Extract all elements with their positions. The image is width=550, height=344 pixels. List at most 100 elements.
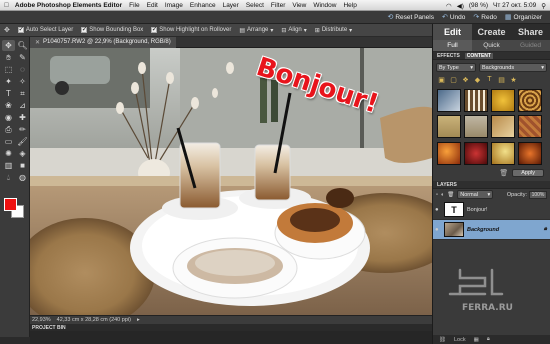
visibility-eye-icon[interactable]: ● xyxy=(435,227,441,233)
content-thumbnail[interactable] xyxy=(437,89,461,112)
shape-icon[interactable]: ◆ xyxy=(473,75,482,84)
content-thumbnail[interactable] xyxy=(518,115,542,139)
frame-icon[interactable]: ▢ xyxy=(449,75,458,84)
battery-status[interactable]: (98 %) xyxy=(469,2,488,9)
apply-button[interactable]: Apply xyxy=(512,168,544,177)
layer-row-bonjour[interactable]: ● T Bonjour! xyxy=(433,200,550,220)
clock[interactable]: Чт 27 окт. 5:09 xyxy=(493,2,536,9)
organizer-button[interactable]: ▦ Organizer xyxy=(505,13,542,22)
tab-effects[interactable]: EFFECTS xyxy=(435,53,462,59)
type-tool-icon[interactable]: T xyxy=(2,88,15,99)
checkbox-icon[interactable] xyxy=(81,25,88,33)
shape-tool-icon[interactable]: ■ xyxy=(16,160,29,171)
status-arrow-icon[interactable]: ▸ xyxy=(137,317,140,323)
menu-window[interactable]: Window xyxy=(313,2,336,9)
tab-share[interactable]: Share xyxy=(511,24,550,40)
lasso-tool-icon[interactable]: ◌ xyxy=(16,64,29,75)
opacity-input[interactable]: 100% xyxy=(529,190,547,199)
project-bin-header[interactable]: PROJECT BIN xyxy=(30,324,432,331)
image-canvas[interactable]: Bonjour! xyxy=(30,48,432,315)
apple-menu-icon[interactable]:  xyxy=(4,2,9,9)
checkbox-icon[interactable] xyxy=(17,25,24,33)
content-thumbnail[interactable] xyxy=(491,89,515,112)
menu-layer[interactable]: Layer xyxy=(223,2,239,9)
tab-edit[interactable]: Edit xyxy=(433,24,472,40)
menu-filter[interactable]: Filter xyxy=(271,2,285,9)
pencil-tool-icon[interactable]: ✏ xyxy=(16,124,29,135)
menu-view[interactable]: View xyxy=(292,2,306,9)
lock-transparency-icon[interactable]: ▦ xyxy=(474,337,479,343)
layer-row-background[interactable]: ● Background 🔒︎ xyxy=(433,220,550,240)
sponge-tool-icon[interactable]: ◍ xyxy=(16,172,29,183)
eyedropper-tool-icon[interactable]: ✎ xyxy=(16,52,29,63)
tab-guided[interactable]: Guided xyxy=(511,40,550,51)
theme-icon[interactable]: ▤ xyxy=(497,75,506,84)
content-thumbnail[interactable] xyxy=(464,115,488,139)
cookie-cutter-tool-icon[interactable]: ❀ xyxy=(2,100,15,111)
arrange-dropdown[interactable]: ▤ Arrange ▾ xyxy=(239,27,273,34)
new-layer-icon[interactable]: ▫ xyxy=(436,192,438,198)
graphic-icon[interactable]: ❖ xyxy=(461,75,470,84)
straighten-tool-icon[interactable]: ⊿ xyxy=(16,100,29,111)
blend-mode-dropdown[interactable]: Normal ▾ xyxy=(457,190,494,199)
visibility-eye-icon[interactable]: ● xyxy=(435,207,441,213)
content-thumbnail[interactable] xyxy=(464,141,488,165)
gradient-tool-icon[interactable]: ▥ xyxy=(2,160,15,171)
content-thumbnail[interactable] xyxy=(491,141,515,165)
eraser-tool-icon[interactable]: ▭ xyxy=(2,136,15,147)
document-tab[interactable]: ✕ P1040757.RW2 @ 22,9% (Background, RGB/… xyxy=(30,36,176,48)
redo-button[interactable]: ↷ Redo xyxy=(473,13,496,22)
show-bounding-box-checkbox[interactable]: Show Bounding Box xyxy=(81,25,143,33)
content-thumbnail[interactable] xyxy=(518,89,542,112)
menu-enhance[interactable]: Enhance xyxy=(190,2,216,9)
move-tool-icon[interactable]: ✥ xyxy=(2,40,15,51)
spotlight-icon[interactable]: ⚲ xyxy=(541,2,546,10)
distribute-dropdown[interactable]: ⊞ Distribute ▾ xyxy=(315,27,352,34)
menu-help[interactable]: Help xyxy=(343,2,356,9)
blur-tool-icon[interactable]: 💧︎ xyxy=(2,172,15,183)
show-highlight-checkbox[interactable]: Show Highlight on Rollover xyxy=(151,25,231,33)
smart-brush-tool-icon[interactable]: ✺ xyxy=(2,148,15,159)
trash-icon[interactable]: 🗑︎ xyxy=(499,169,508,177)
volume-icon[interactable]: ◀) xyxy=(457,2,464,10)
menu-file[interactable]: File xyxy=(129,2,139,9)
tab-quick[interactable]: Quick xyxy=(472,40,511,51)
delete-layer-icon[interactable]: 🗑︎ xyxy=(447,192,454,198)
red-eye-tool-icon[interactable]: ◉ xyxy=(2,112,15,123)
checkbox-icon[interactable] xyxy=(151,25,158,33)
menu-image[interactable]: Image xyxy=(165,2,183,9)
content-thumbnail[interactable] xyxy=(491,115,515,139)
reset-panels-button[interactable]: ⟲ Reset Panels xyxy=(387,13,434,22)
lock-all-icon[interactable]: 🔒︎ xyxy=(487,336,490,343)
tab-content[interactable]: CONTENT xyxy=(464,52,493,59)
align-dropdown[interactable]: ⊟ Align ▾ xyxy=(281,27,306,34)
paint-bucket-tool-icon[interactable]: ◈ xyxy=(16,148,29,159)
app-name-menu[interactable]: Adobe Photoshop Elements Editor xyxy=(15,2,122,9)
content-thumbnail[interactable] xyxy=(464,89,488,112)
background-icon[interactable]: ▣ xyxy=(437,75,446,84)
brush-tool-icon[interactable]: 🖌︎ xyxy=(16,136,29,147)
adjustment-layer-icon[interactable]: ◐ xyxy=(441,192,444,198)
foreground-color-swatch[interactable] xyxy=(4,198,17,211)
healing-brush-tool-icon[interactable]: ✚ xyxy=(16,112,29,123)
link-icon[interactable]: ⛓︎ xyxy=(439,337,446,343)
favorites-icon[interactable]: ★ xyxy=(509,75,518,84)
menu-select[interactable]: Select xyxy=(246,2,264,9)
zoom-tool-icon[interactable]: 🔍︎ xyxy=(16,40,29,51)
content-thumbnail[interactable] xyxy=(437,141,461,165)
clone-stamp-tool-icon[interactable]: ⎙ xyxy=(2,124,15,135)
content-thumbnail[interactable] xyxy=(437,115,461,139)
filter-by-dropdown[interactable]: By Type ▾ xyxy=(436,63,476,72)
menu-edit[interactable]: Edit xyxy=(147,2,158,9)
close-icon[interactable]: ✕ xyxy=(35,39,40,46)
quick-selection-tool-icon[interactable]: ✧ xyxy=(16,76,29,87)
crop-tool-icon[interactable]: ⌗ xyxy=(16,88,29,99)
zoom-level[interactable]: 22,93% xyxy=(32,317,51,323)
content-thumbnail[interactable] xyxy=(518,141,542,165)
tab-create[interactable]: Create xyxy=(472,24,511,40)
undo-button[interactable]: ↶ Undo xyxy=(442,13,465,22)
hand-tool-icon[interactable]: ✋︎ xyxy=(2,52,15,63)
marquee-tool-icon[interactable]: ⬚ xyxy=(2,64,15,75)
auto-select-layer-checkbox[interactable]: Auto Select Layer xyxy=(17,25,73,33)
text-icon[interactable]: T xyxy=(485,75,494,84)
